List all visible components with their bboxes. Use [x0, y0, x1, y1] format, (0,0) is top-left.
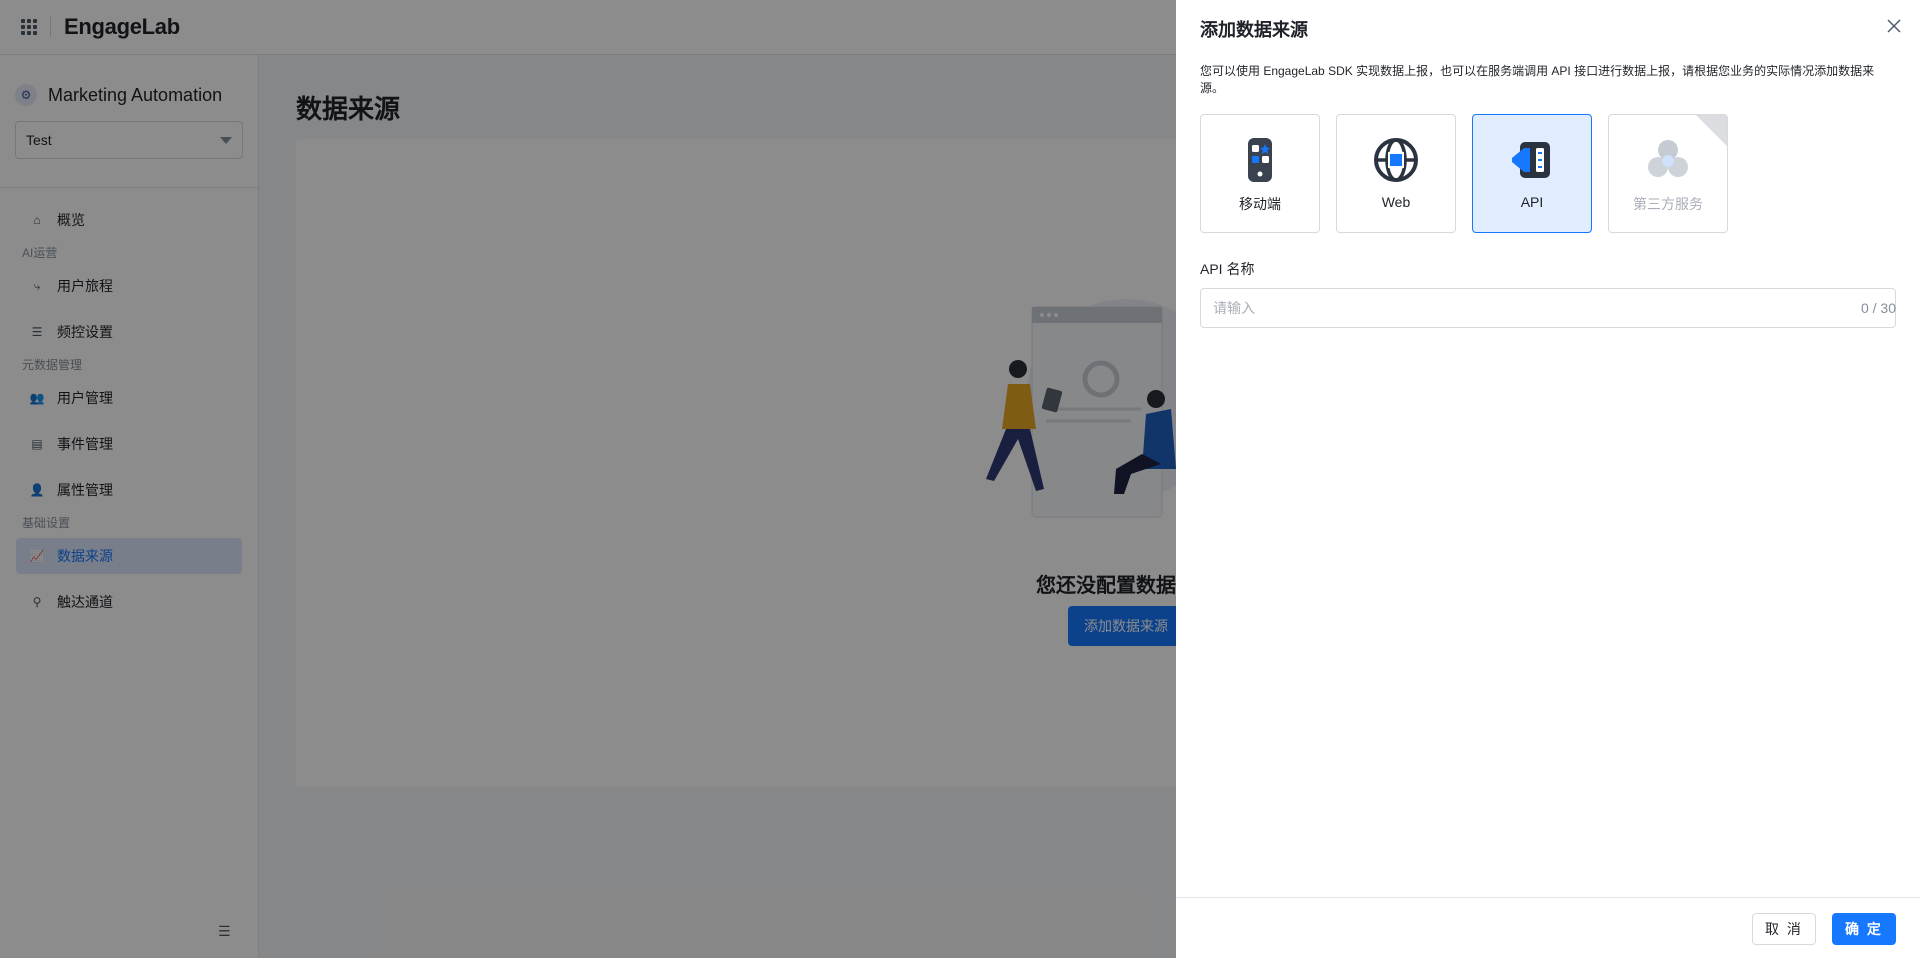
- source-type-list: 移动端 Web API 第三方服务: [1200, 114, 1728, 233]
- source-type-label: 第三方服务: [1633, 196, 1703, 212]
- api-name-input[interactable]: [1200, 288, 1896, 328]
- source-type-label: API: [1520, 194, 1544, 210]
- cancel-button[interactable]: 取 消: [1752, 913, 1816, 945]
- drawer-description: 您可以使用 EngageLab SDK 实现数据上报，也可以在服务端调用 API…: [1200, 64, 1875, 95]
- source-type-label: 移动端: [1239, 196, 1281, 212]
- char-count: 0 / 30: [1860, 300, 1896, 316]
- confirm-button[interactable]: 确 定: [1832, 913, 1896, 945]
- coming-soon-ribbon: [1695, 115, 1727, 147]
- api-name-label: API 名称: [1200, 261, 1255, 277]
- drawer-title: 添加数据来源: [1200, 20, 1308, 40]
- api-icon: [1512, 142, 1550, 178]
- globe-icon: [1374, 138, 1418, 182]
- close-icon[interactable]: [1884, 16, 1904, 36]
- source-type-mobile[interactable]: 移动端: [1200, 114, 1320, 233]
- source-type-api[interactable]: API: [1472, 114, 1592, 233]
- source-type-label: Web: [1381, 194, 1411, 210]
- mobile-icon: [1248, 138, 1272, 182]
- drawer-footer: 取 消 确 定: [1176, 897, 1920, 958]
- source-type-web[interactable]: Web: [1336, 114, 1456, 233]
- add-data-source-drawer: 添加数据来源 您可以使用 EngageLab SDK 实现数据上报，也可以在服务…: [1176, 0, 1920, 958]
- source-type-third-party[interactable]: 第三方服务: [1608, 114, 1728, 233]
- third-party-icon: [1648, 140, 1688, 177]
